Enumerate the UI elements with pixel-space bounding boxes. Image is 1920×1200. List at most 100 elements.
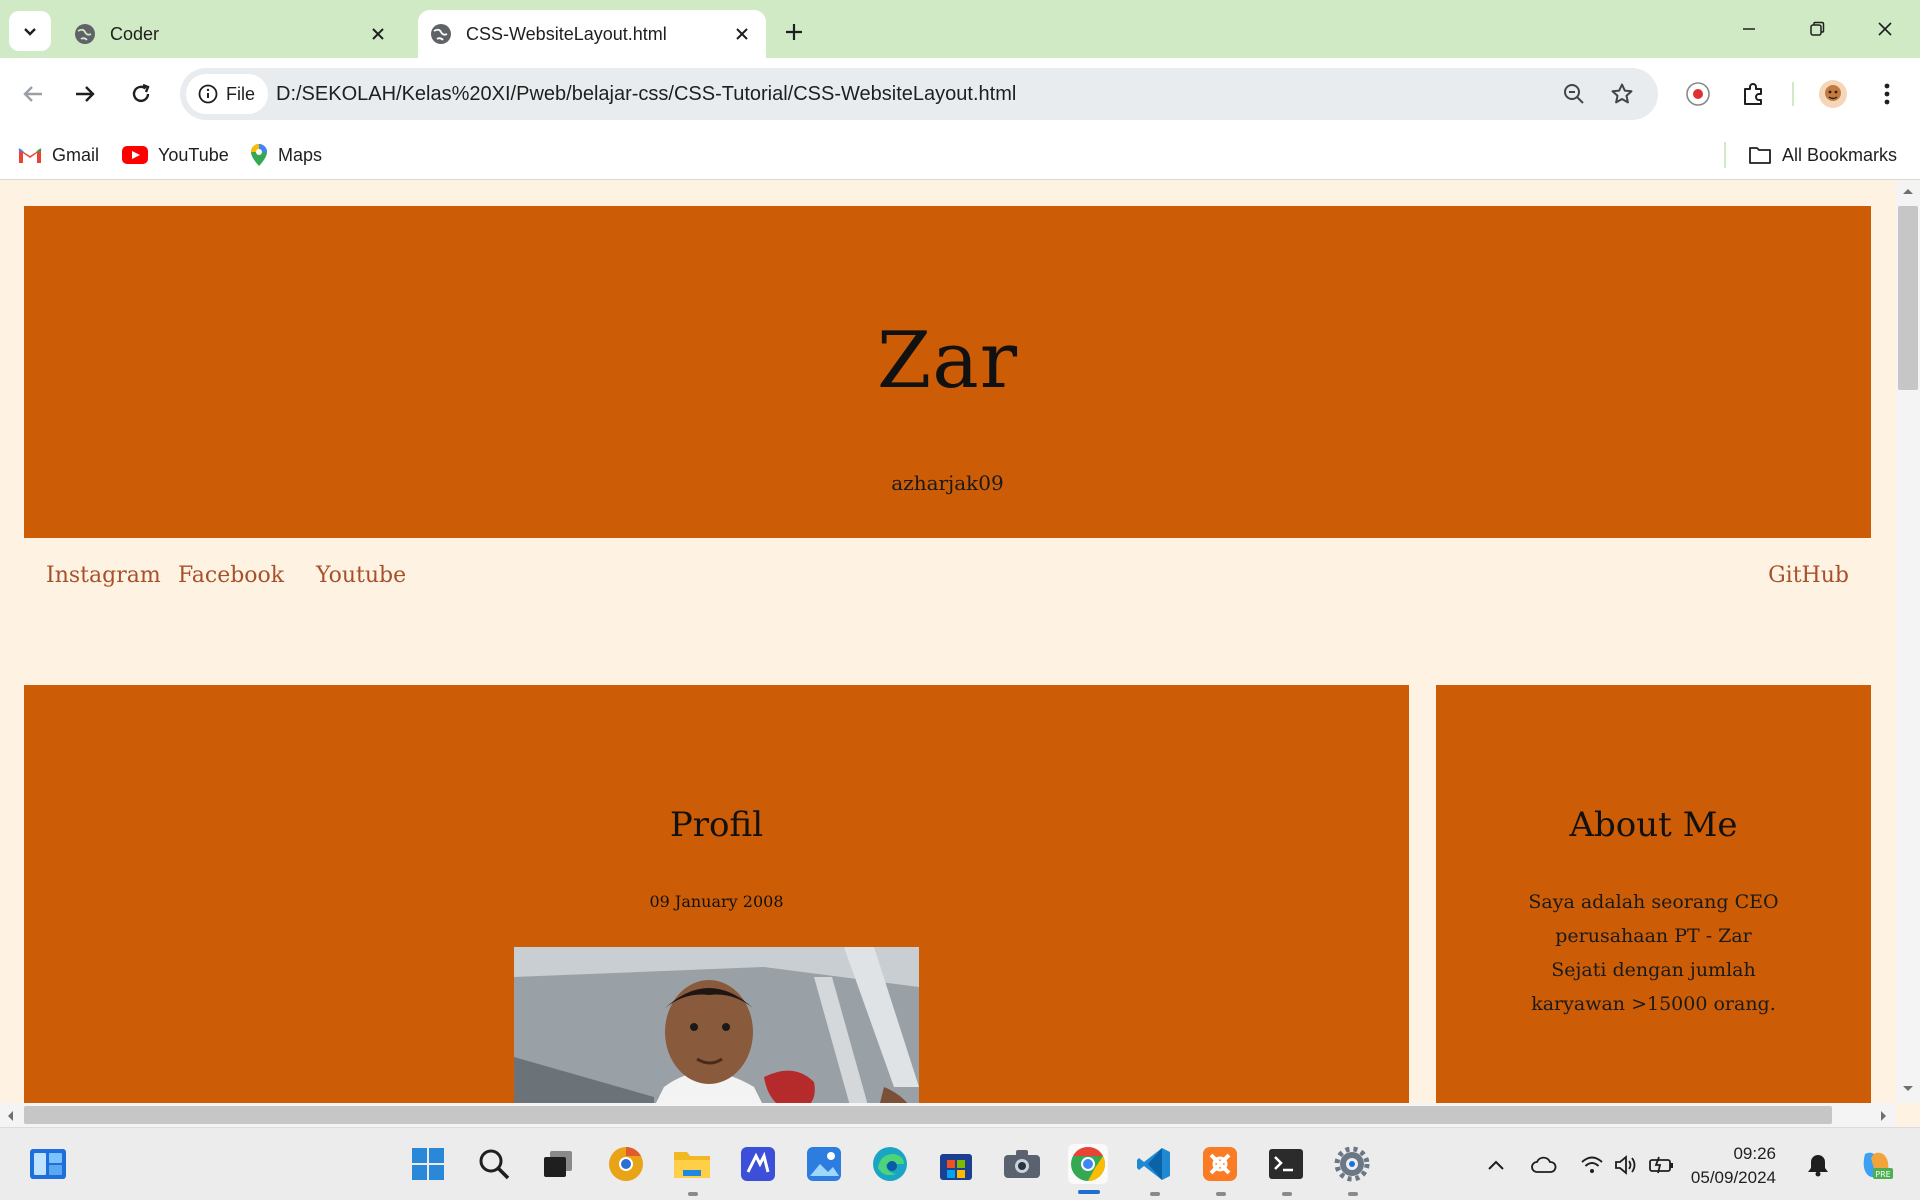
volume-icon[interactable]	[1612, 1152, 1640, 1178]
zoom-button[interactable]	[1560, 80, 1588, 108]
arrow-right-icon	[76, 86, 95, 102]
menu-button[interactable]	[1870, 77, 1904, 111]
xampp-icon[interactable]	[1200, 1144, 1240, 1184]
bookmarks-divider	[1724, 142, 1726, 168]
close-icon[interactable]	[364, 20, 392, 48]
active-app-indicator	[1078, 1190, 1100, 1194]
profile-heading: Profil	[669, 805, 764, 845]
record-icon	[1686, 82, 1710, 106]
terminal-icon[interactable]	[1266, 1144, 1306, 1184]
tab-coder[interactable]: Coder	[62, 10, 402, 58]
site-subtitle: azharjak09	[891, 471, 1004, 495]
about-me-card: About Me Saya adalah seorang CEO perusah…	[1436, 685, 1871, 1103]
forward-button[interactable]	[66, 75, 104, 113]
start-icon[interactable]	[408, 1144, 448, 1184]
extensions-button[interactable]	[1736, 77, 1770, 111]
site-info-chip[interactable]: File	[186, 74, 268, 114]
scroll-right-icon[interactable]	[1880, 1110, 1888, 1122]
bookmarks-bar: Gmail YouTube Maps All Bookmarks	[0, 130, 1920, 180]
reload-button[interactable]	[122, 75, 160, 113]
nav-link-facebook[interactable]: Facebook	[178, 563, 284, 588]
tab-css-website-layout[interactable]: CSS-WebsiteLayout.html	[418, 10, 766, 58]
task-view-icon[interactable]	[538, 1144, 578, 1184]
search-icon[interactable]	[474, 1144, 514, 1184]
scroll-down-icon[interactable]	[1902, 1085, 1914, 1093]
bookmark-star-button[interactable]	[1608, 80, 1636, 108]
show-hidden-icons-button[interactable]	[1482, 1152, 1510, 1178]
back-button[interactable]	[14, 75, 52, 113]
all-bookmarks-button[interactable]: All Bookmarks	[1748, 140, 1897, 170]
zoom-icon	[1564, 84, 1584, 104]
main-content-card: Profil 09 January 2008	[24, 685, 1409, 1103]
chrome-canary-icon[interactable]	[606, 1144, 646, 1184]
notification-bell-icon[interactable]	[1804, 1152, 1832, 1178]
edge-icon[interactable]	[870, 1144, 910, 1184]
tab-search-button[interactable]	[9, 11, 51, 51]
chrome-icon[interactable]	[1068, 1144, 1108, 1184]
page-viewport: Zar azharjak09 Instagram Facebook Youtub…	[0, 181, 1896, 1103]
svg-text:PRE: PRE	[1875, 1170, 1890, 1179]
bookmark-label: Gmail	[52, 144, 100, 165]
scroll-up-icon[interactable]	[1902, 187, 1914, 195]
avatar-icon	[1819, 80, 1847, 108]
tab-strip: Coder CSS-WebsiteLayout.html	[0, 0, 1920, 58]
settings-icon[interactable]	[1332, 1144, 1372, 1184]
close-icon[interactable]	[728, 20, 756, 48]
nav-link-youtube[interactable]: Youtube	[316, 563, 406, 588]
bookmark-label: YouTube	[158, 144, 229, 165]
about-me-heading: About Me	[1569, 805, 1738, 845]
all-bookmarks-label: All Bookmarks	[1782, 144, 1898, 165]
url-text[interactable]: D:/SEKOLAH/Kelas%20XI/Pweb/belajar-css/C…	[276, 68, 1016, 120]
copilot-icon[interactable]: PRE	[1856, 1152, 1896, 1179]
minimize-button[interactable]	[1724, 8, 1774, 50]
browser-toolbar: File D:/SEKOLAH/Kelas%20XI/Pweb/belajar-…	[0, 58, 1920, 130]
horizontal-scroll-thumb[interactable]	[24, 1106, 1832, 1124]
running-indicator	[1150, 1192, 1160, 1196]
folder-icon	[1749, 147, 1771, 164]
onedrive-icon[interactable]	[1530, 1152, 1558, 1178]
bookmark-youtube[interactable]: YouTube	[122, 140, 229, 170]
reload-icon	[132, 83, 150, 103]
star-icon	[1611, 83, 1633, 104]
puzzle-icon	[1744, 83, 1762, 105]
vscode-icon[interactable]	[1134, 1144, 1174, 1184]
system-clock[interactable]: 09:26 05/09/2024	[1682, 1142, 1776, 1190]
scroll-left-icon[interactable]	[6, 1110, 14, 1122]
profile-avatar[interactable]	[1816, 77, 1850, 111]
chevron-up-icon	[1488, 1160, 1504, 1170]
about-me-text: Saya adalah seorang CEO perusahaan PT - …	[1528, 891, 1779, 1015]
new-tab-button[interactable]	[776, 14, 812, 50]
running-indicator	[1348, 1192, 1358, 1196]
tool-icon[interactable]	[738, 1144, 778, 1184]
kebab-menu-icon	[1884, 83, 1890, 105]
file-explorer-icon[interactable]	[672, 1144, 712, 1184]
store-icon[interactable]	[936, 1144, 976, 1184]
profile-date: 09 January 2008	[649, 892, 784, 911]
info-icon	[198, 84, 218, 104]
close-window-button[interactable]	[1860, 8, 1910, 50]
record-extension-button[interactable]	[1681, 77, 1715, 111]
restore-button[interactable]	[1792, 8, 1842, 50]
clock-time: 09:26	[1733, 1144, 1776, 1163]
toolbar-divider	[1792, 82, 1794, 106]
restore-icon	[1810, 21, 1825, 36]
bookmark-label: Maps	[278, 144, 323, 165]
address-bar[interactable]: File D:/SEKOLAH/Kelas%20XI/Pweb/belajar-…	[180, 68, 1658, 120]
site-nav: Instagram Facebook Youtube GitHub	[24, 538, 1871, 618]
battery-icon[interactable]	[1648, 1152, 1676, 1178]
gmail-icon	[18, 148, 42, 163]
bookmark-maps[interactable]: Maps	[250, 140, 322, 170]
nav-link-github[interactable]: GitHub	[1768, 563, 1849, 588]
running-indicator	[688, 1192, 698, 1196]
photos-icon[interactable]	[804, 1144, 844, 1184]
minimize-icon	[1743, 28, 1755, 30]
bookmark-gmail[interactable]: Gmail	[18, 140, 99, 170]
clock-date: 05/09/2024	[1690, 1168, 1776, 1187]
running-indicator	[1282, 1192, 1292, 1196]
vertical-scroll-thumb[interactable]	[1898, 206, 1918, 390]
camera-icon[interactable]	[1002, 1144, 1042, 1184]
globe-icon	[431, 24, 451, 44]
widgets-icon[interactable]	[28, 1144, 68, 1184]
wifi-icon[interactable]	[1578, 1152, 1606, 1178]
nav-link-instagram[interactable]: Instagram	[46, 563, 161, 588]
